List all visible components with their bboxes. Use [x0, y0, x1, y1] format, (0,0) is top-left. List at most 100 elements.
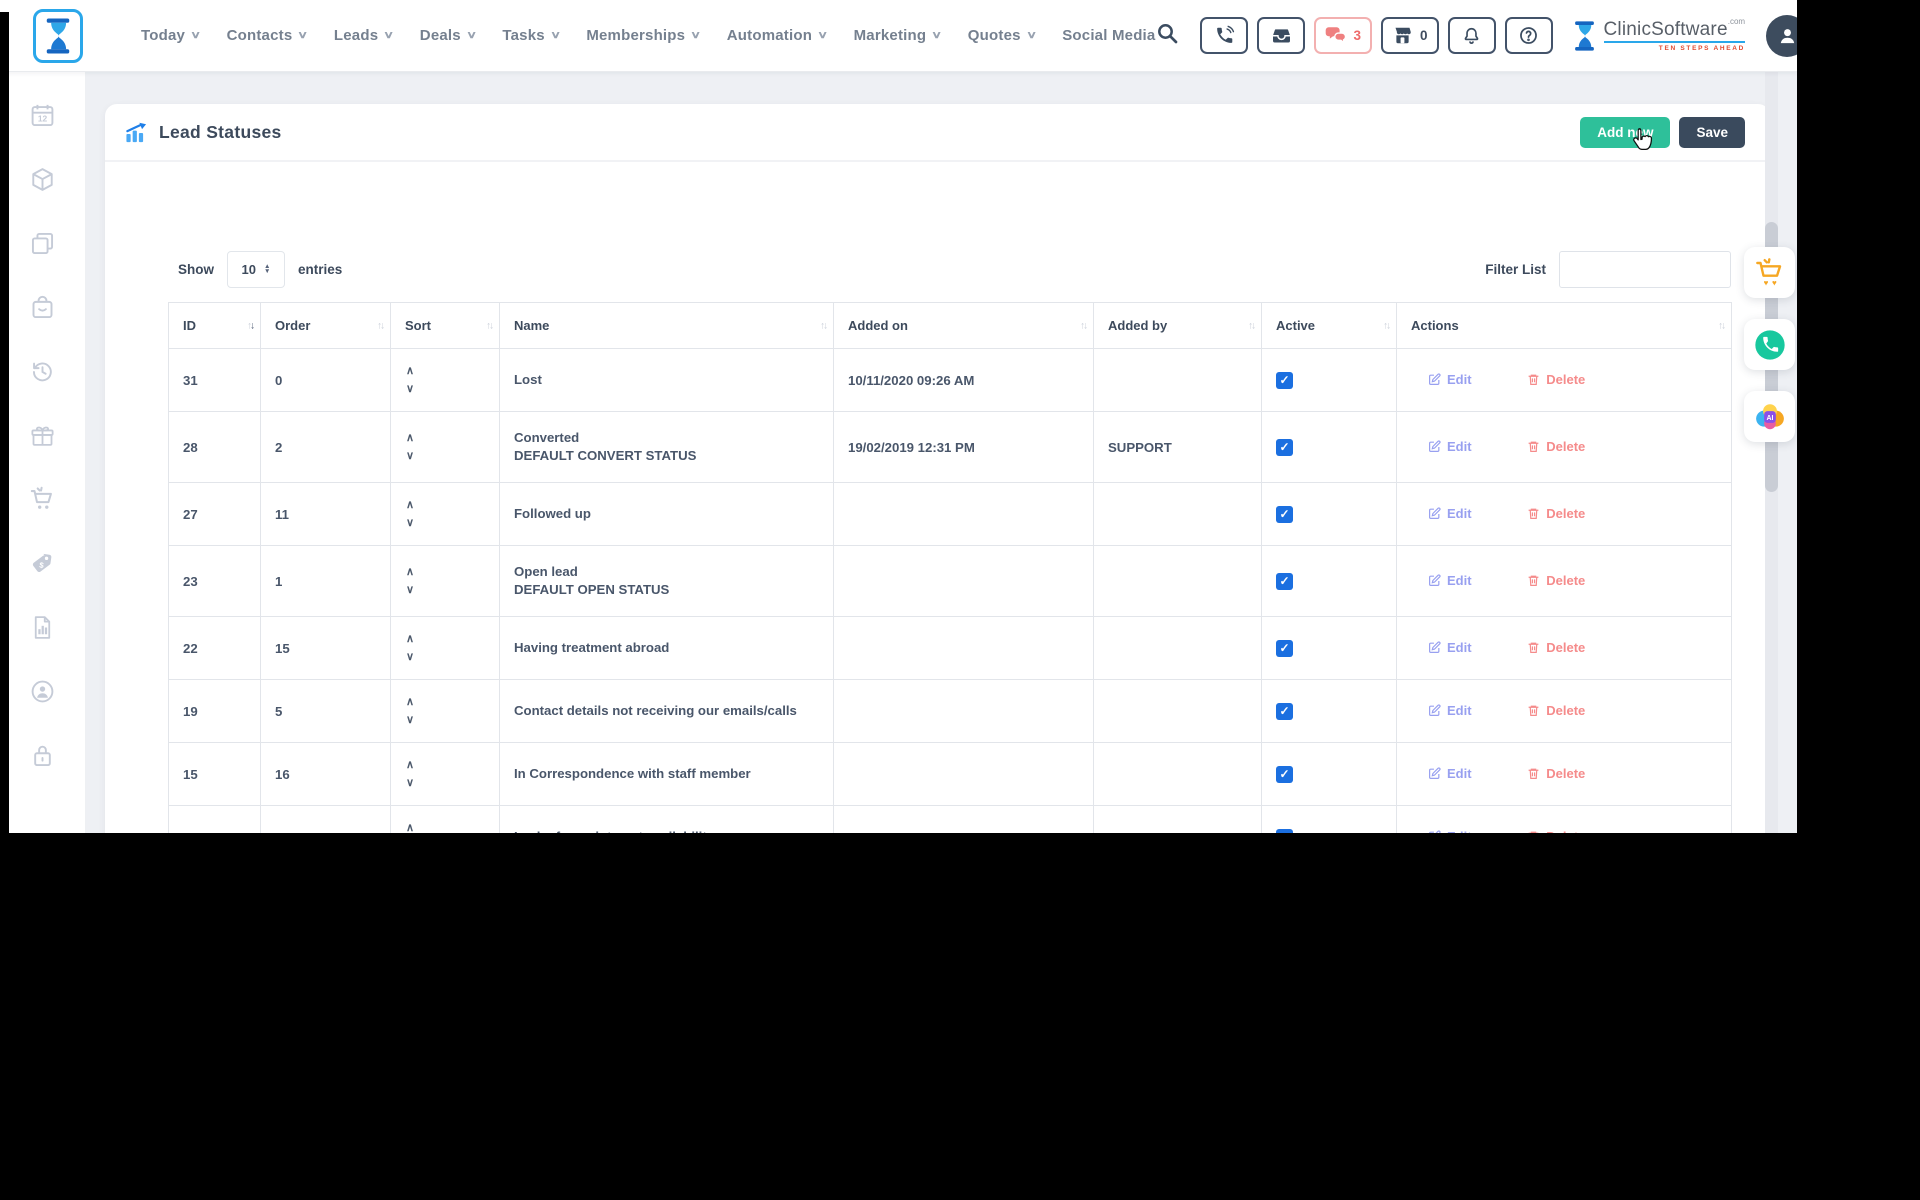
column-header[interactable]: Order ↑↓ — [261, 303, 391, 349]
column-header[interactable]: Actions ↑↓ — [1397, 303, 1732, 349]
edit-button[interactable]: Edit — [1428, 829, 1472, 834]
delete-button[interactable]: Delete — [1527, 439, 1585, 454]
brand-tld: .com — [1728, 17, 1745, 26]
inbox-button[interactable] — [1257, 17, 1305, 54]
nav-item[interactable]: Marketing ∨ — [854, 27, 941, 44]
move-down-button[interactable]: ∨ — [406, 384, 422, 395]
sidebar-item-shopping-bag[interactable] — [29, 294, 56, 321]
edit-button[interactable]: Edit — [1428, 372, 1472, 387]
clinicsoftware-hourglass-logo-icon[interactable] — [33, 9, 83, 63]
column-header[interactable]: Name ↑↓ — [500, 303, 834, 349]
edit-button[interactable]: Edit — [1428, 640, 1472, 655]
svg-text:♥: ♥ — [1763, 278, 1768, 287]
edit-button[interactable]: Edit — [1428, 766, 1472, 781]
move-up-button[interactable]: ∧ — [406, 567, 422, 578]
help-icon — [1518, 25, 1539, 46]
lead-name: Contact details not receiving our emails… — [514, 702, 821, 720]
delete-button[interactable]: Delete — [1527, 766, 1585, 781]
active-checkbox[interactable]: ✓ — [1276, 506, 1293, 523]
active-checkbox[interactable]: ✓ — [1276, 573, 1293, 590]
nav-item[interactable]: Contacts ∨ — [227, 27, 307, 44]
search-icon[interactable] — [1155, 21, 1185, 51]
actions-cell: Edit Delete — [1397, 412, 1732, 483]
sidebar-item-tags[interactable]: $ — [29, 550, 56, 577]
sidebar-item-layers[interactable] — [29, 230, 56, 257]
chat-button[interactable]: 3 — [1314, 17, 1372, 54]
chevron-down-icon: ∨ — [690, 30, 701, 41]
sidebar-item-gift[interactable] — [29, 422, 56, 449]
lead-id-cell: 31 — [169, 349, 261, 412]
sidebar-item-history[interactable] — [29, 358, 56, 385]
user-avatar-button[interactable] — [1766, 15, 1797, 57]
calendar-icon: 12 — [29, 116, 56, 133]
active-checkbox[interactable]: ✓ — [1276, 829, 1293, 834]
move-down-button[interactable]: ∨ — [406, 778, 422, 789]
store-button[interactable]: 0 — [1381, 17, 1439, 54]
ai-button[interactable]: AI — [1744, 391, 1795, 442]
nav-item[interactable]: Social Media — [1062, 27, 1155, 44]
page-scrollbar[interactable] — [1765, 72, 1778, 833]
active-checkbox[interactable]: ✓ — [1276, 640, 1293, 657]
active-checkbox[interactable]: ✓ — [1276, 439, 1293, 456]
nav-item[interactable]: Memberships ∨ — [586, 27, 699, 44]
edit-button[interactable]: Edit — [1428, 506, 1472, 521]
hourglass-logo-icon — [1572, 19, 1597, 53]
edit-button[interactable]: Edit — [1428, 703, 1472, 718]
move-up-button[interactable]: ∧ — [406, 634, 422, 645]
nav-item[interactable]: Today ∨ — [141, 27, 200, 44]
column-header[interactable]: Added on ↑↓ — [834, 303, 1094, 349]
delete-button[interactable]: Delete — [1527, 506, 1585, 521]
nav-item-label: Leads — [334, 27, 378, 44]
move-down-button[interactable]: ∨ — [406, 652, 422, 663]
edit-button[interactable]: Edit — [1428, 573, 1472, 588]
chart-growth-icon — [125, 122, 148, 143]
active-checkbox[interactable]: ✓ — [1276, 766, 1293, 783]
active-checkbox[interactable]: ✓ — [1276, 703, 1293, 720]
move-up-button[interactable]: ∧ — [406, 697, 422, 708]
nav-item[interactable]: Automation ∨ — [727, 27, 827, 44]
nav-item[interactable]: Quotes ∨ — [968, 27, 1035, 44]
added-on-cell — [834, 617, 1094, 680]
delete-button[interactable]: Delete — [1527, 372, 1585, 387]
move-down-button[interactable]: ∨ — [406, 585, 422, 596]
move-down-button[interactable]: ∨ — [406, 518, 422, 529]
delete-button[interactable]: Delete — [1527, 640, 1585, 655]
move-up-button[interactable]: ∧ — [406, 823, 422, 834]
sidebar-item-cart[interactable] — [29, 486, 56, 513]
nav-item[interactable]: Leads ∨ — [334, 27, 393, 44]
sidebar-item-user-sync[interactable] — [29, 678, 56, 705]
sidebar-item-lock[interactable] — [29, 742, 56, 769]
column-header[interactable]: Added by ↑↓ — [1094, 303, 1262, 349]
phone-button[interactable] — [1200, 17, 1248, 54]
sidebar-item-report[interactable] — [29, 614, 56, 641]
move-up-button[interactable]: ∧ — [406, 760, 422, 771]
filter-list-input[interactable] — [1559, 251, 1731, 288]
add-new-button[interactable]: Add new — [1580, 117, 1670, 148]
nav-item[interactable]: Deals ∨ — [420, 27, 476, 44]
whatsapp-button[interactable] — [1744, 319, 1795, 370]
help-button[interactable] — [1505, 17, 1553, 54]
delete-button[interactable]: Delete — [1527, 573, 1585, 588]
move-up-button[interactable]: ∧ — [406, 500, 422, 511]
move-down-button[interactable]: ∨ — [406, 451, 422, 462]
sidebar-item-calendar[interactable]: 12 — [29, 102, 56, 129]
column-header[interactable]: Active ↑↓ — [1262, 303, 1397, 349]
column-header[interactable]: ID ↑↓ — [169, 303, 261, 349]
move-up-button[interactable]: ∧ — [406, 433, 422, 444]
move-up-button[interactable]: ∧ — [406, 366, 422, 377]
lead-statuses-card: Lead Statuses Add new Save Show 10 ▲▼ en… — [105, 104, 1770, 833]
delete-button[interactable]: Delete — [1527, 829, 1585, 834]
page-title: Lead Statuses — [159, 122, 282, 143]
move-down-button[interactable]: ∨ — [406, 715, 422, 726]
delete-button[interactable]: Delete — [1527, 703, 1585, 718]
bell-button[interactable] — [1448, 17, 1496, 54]
active-checkbox[interactable]: ✓ — [1276, 372, 1293, 389]
column-header[interactable]: Sort ↑↓ — [391, 303, 500, 349]
cart-orange-button[interactable]: ♥♥ — [1744, 247, 1795, 298]
page-size-select[interactable]: 10 ▲▼ — [227, 251, 285, 288]
edit-button[interactable]: Edit — [1428, 439, 1472, 454]
sidebar-item-package[interactable] — [29, 166, 56, 193]
nav-item[interactable]: Tasks ∨ — [502, 27, 559, 44]
clinicsoftware-logo[interactable]: ClinicSoftware.com TEN STEPS AHEAD — [1572, 19, 1746, 53]
save-button[interactable]: Save — [1679, 117, 1745, 148]
